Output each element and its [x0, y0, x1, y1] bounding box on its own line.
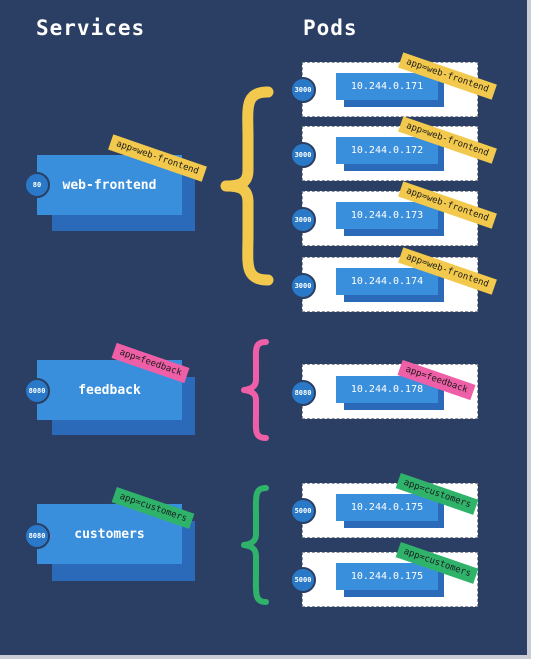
bracket-green — [241, 485, 269, 605]
service-port: 8080 — [24, 378, 50, 404]
pod-box: 10.244.0.173 — [336, 202, 438, 229]
pod-box: 10.244.0.175 — [336, 563, 438, 590]
service-port: 80 — [24, 172, 50, 198]
pods-heading: Pods — [303, 16, 358, 40]
pod-ip: 10.244.0.178 — [350, 384, 424, 395]
pod-port: 8080 — [290, 380, 316, 406]
service-port: 8080 — [24, 523, 50, 549]
pod-ip: 10.244.0.172 — [350, 145, 424, 156]
pod-box: 10.244.0.175 — [336, 494, 438, 521]
pod-port: 5000 — [290, 498, 316, 524]
pod-port: 5000 — [290, 567, 316, 593]
pod-box: 10.244.0.174 — [336, 268, 438, 295]
pod-box: 10.244.0.171 — [336, 73, 438, 100]
pod-port: 3000 — [290, 142, 316, 168]
diagram-canvas: Services Pods web-frontend 80 app=web-fr… — [0, 0, 531, 659]
pod-port: 3000 — [290, 273, 316, 299]
pod-ip: 10.244.0.174 — [350, 276, 424, 287]
pod-port: 3000 — [290, 77, 316, 103]
pod-port: 3000 — [290, 207, 316, 233]
bracket-pink — [241, 339, 269, 441]
pod-ip: 10.244.0.173 — [350, 210, 424, 221]
service-name: web-frontend — [62, 177, 157, 193]
pod-ip: 10.244.0.171 — [350, 81, 424, 92]
service-name: feedback — [78, 382, 141, 398]
pod-ip: 10.244.0.175 — [350, 571, 424, 582]
service-name: customers — [74, 526, 145, 542]
pod-ip: 10.244.0.175 — [350, 502, 424, 513]
pod-box: 10.244.0.172 — [336, 137, 438, 164]
services-heading: Services — [36, 16, 146, 40]
bracket-yellow — [220, 86, 274, 286]
